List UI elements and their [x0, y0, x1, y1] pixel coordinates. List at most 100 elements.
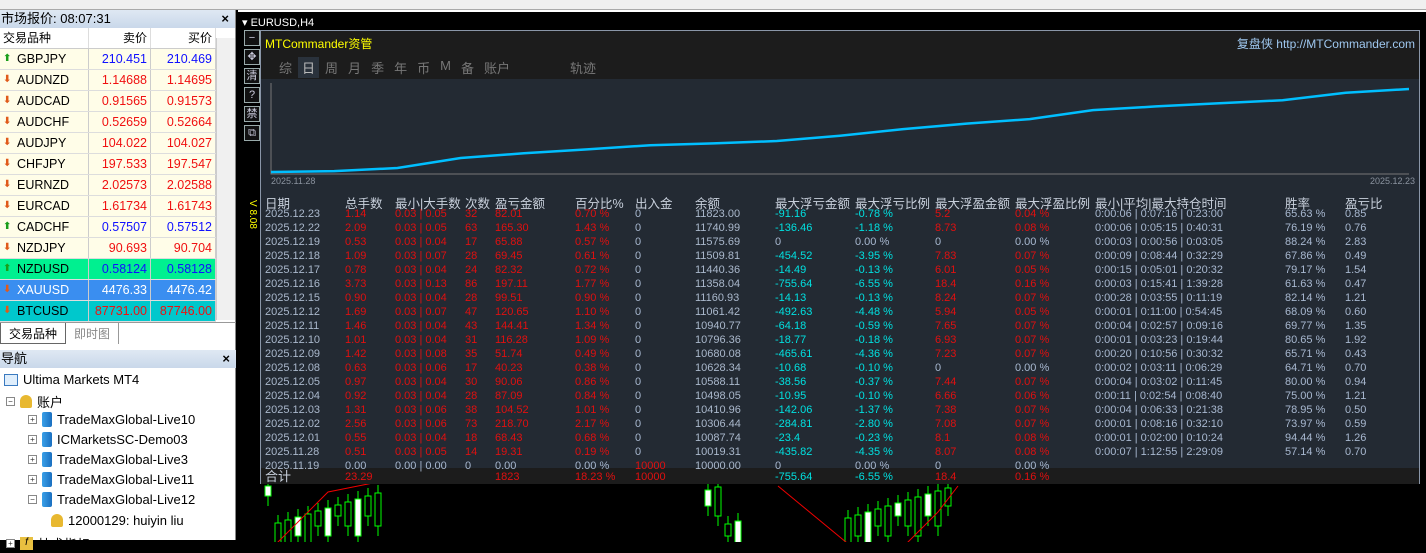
chart-window[interactable]: ▾ EURUSD,H4 − ✥ 清? 禁 ⧉ V 8.08 MTCommander资管 … — [238, 10, 1426, 542]
symbol: GBPJPY — [17, 52, 67, 66]
tab-tick-chart[interactable]: 即时图 — [66, 323, 120, 344]
panel-tab[interactable]: 季 — [367, 57, 388, 78]
nav-server-item[interactable]: + ICMarketsSC-Demo03 — [28, 432, 188, 447]
market-watch-row[interactable]: ⬆ NZDUSD 0.58124 0.58128 — [0, 259, 216, 280]
table-cell: 68.09 % — [1285, 306, 1326, 318]
table-cell: -0.37 % — [855, 376, 893, 388]
restore-button[interactable]: ⧉ — [244, 125, 260, 141]
ask: 0.57512 — [151, 217, 216, 237]
panel-tab[interactable]: 周 — [321, 57, 342, 78]
table-cell: -14.13 — [775, 292, 807, 304]
nav-accounts[interactable]: − 账户 — [6, 392, 63, 411]
panel-tab[interactable]: 日 — [298, 57, 320, 78]
table-cell: 120.65 — [495, 306, 529, 318]
bid: 104.022 — [89, 133, 151, 153]
nav-server-item[interactable]: + TradeMaxGlobal-Live3 — [28, 452, 188, 467]
panel-tab[interactable]: 月 — [344, 57, 365, 78]
table-cell: -755.64 — [775, 278, 813, 290]
expand-icon[interactable]: + — [28, 475, 37, 484]
table-cell: 75.00 % — [1285, 390, 1326, 402]
scrollbar[interactable] — [216, 38, 235, 320]
site-link[interactable]: http://MTCommander.com — [1276, 37, 1415, 51]
market-watch-row[interactable]: ⬇ EURCAD 1.61734 1.61743 — [0, 196, 216, 217]
table-cell: 0.57 % — [575, 236, 610, 248]
panel-tab[interactable]: 币 — [413, 57, 434, 78]
minimize-button[interactable]: − — [244, 30, 260, 46]
nav-server-item[interactable]: + TradeMaxGlobal-Live11 — [28, 472, 194, 487]
table-cell: 0:00:04 | 0:03:02 | 0:11:45 — [1095, 376, 1223, 388]
table-cell: 2025.12.15 — [265, 292, 321, 304]
disable-button[interactable]: 禁 — [244, 106, 260, 122]
nav-server-item[interactable]: − TradeMaxGlobal-Live12 — [28, 492, 195, 507]
table-cell: 0:00:01 | 0:02:00 | 0:10:24 — [1095, 432, 1224, 444]
table-cell: 2025.12.18 — [265, 250, 321, 262]
market-watch-row[interactable]: ⬇ BTCUSD 87731.00 87746.00 — [0, 301, 216, 322]
nav-account-item[interactable]: 12000129: huiyin liu — [51, 513, 184, 528]
table-cell: 0.03 | 0.05 — [395, 208, 447, 220]
table-cell: 0.08 % — [1015, 446, 1050, 458]
col-bid[interactable]: 卖价 — [89, 28, 151, 48]
help-button[interactable]: ? — [244, 87, 260, 103]
expand-icon[interactable]: + — [28, 415, 37, 424]
table-cell: 218.70 — [495, 418, 529, 430]
table-cell: 0:00:02 | 0:03:11 | 0:06:29 — [1095, 362, 1223, 374]
market-watch-row[interactable]: ⬇ AUDCAD 0.91565 0.91573 — [0, 91, 216, 112]
market-watch-row[interactable]: ⬇ CHFJPY 197.533 197.547 — [0, 154, 216, 175]
table-cell: -0.78 % — [855, 208, 893, 220]
table-cell: 0.07 % — [1015, 250, 1050, 262]
panel-tab[interactable]: 年 — [390, 57, 411, 78]
expand-icon[interactable]: + — [28, 435, 37, 444]
collapse-icon[interactable]: − — [28, 495, 37, 504]
table-cell: 1.14 — [345, 208, 367, 220]
eq-end-date: 2025.12.23 — [1369, 176, 1415, 186]
panel-tab[interactable]: M — [436, 57, 455, 78]
brand-link[interactable]: 复盘侠 http://MTCommander.com — [1237, 35, 1415, 52]
period-tabs: 综日周月季年币 M 备账户 轨迹 — [275, 57, 602, 78]
table-cell: -142.06 — [775, 404, 813, 416]
close-icon[interactable]: × — [222, 350, 230, 368]
collapse-icon[interactable]: − — [6, 397, 15, 406]
total-label: 合计 — [265, 469, 292, 484]
market-watch-row[interactable]: ⬆ CADCHF 0.57507 0.57512 — [0, 217, 216, 238]
table-cell: 10000.00 — [695, 460, 741, 472]
expand-icon[interactable]: + — [6, 539, 15, 548]
nav-indicators[interactable]: + f 技术指标 — [6, 534, 90, 553]
table-cell: 0.47 — [1345, 278, 1367, 290]
market-watch-row[interactable]: ⬇ EURNZD 2.02573 2.02588 — [0, 175, 216, 196]
table-cell: 18 — [465, 432, 478, 444]
nav-accounts-label: 账户 — [37, 395, 64, 410]
nav-root[interactable]: Ultima Markets MT4 — [4, 372, 139, 387]
table-cell: 88.24 % — [1285, 236, 1326, 248]
col-ask[interactable]: 买价 — [151, 28, 216, 48]
expand-icon[interactable]: + — [28, 455, 37, 464]
panel-tab[interactable]: 账户 — [480, 57, 514, 78]
close-icon[interactable]: × — [221, 10, 229, 28]
market-watch-row[interactable]: ⬆ GBPJPY 210.451 210.469 — [0, 49, 216, 70]
panel-tab[interactable]: 轨迹 — [566, 57, 600, 78]
nav-server-item[interactable]: + TradeMaxGlobal-Live10 — [28, 412, 195, 427]
table-cell: 2025.12.01 — [265, 432, 321, 444]
tab-symbols[interactable]: 交易品种 — [0, 323, 67, 344]
market-watch-row[interactable]: ⬇ XAUUSD 4476.33 4476.42 — [0, 280, 216, 301]
market-watch-row[interactable]: ⬇ AUDNZD 1.14688 1.14695 — [0, 70, 216, 91]
server-label: ICMarketsSC-Demo03 — [57, 432, 188, 447]
table-cell: 2025.12.02 — [265, 418, 321, 430]
symbol-cell: ⬇ BTCUSD — [0, 301, 89, 321]
clear-button[interactable]: 清 — [244, 68, 260, 84]
market-watch-row[interactable]: ⬇ AUDCHF 0.52659 0.52664 — [0, 112, 216, 133]
panel-tab[interactable]: 综 — [275, 57, 296, 78]
move-button[interactable]: ✥ — [244, 49, 260, 65]
market-watch-row[interactable]: ⬇ NZDJPY 90.693 90.704 — [0, 238, 216, 259]
candle-body — [364, 495, 372, 517]
table-cell: 0.86 % — [575, 376, 610, 388]
table-cell: 0.03 | 0.04 — [395, 292, 447, 304]
total-cell: 1823 — [495, 471, 520, 483]
table-cell: 1.01 — [345, 334, 367, 346]
symbol-cell: ⬇ CHFJPY — [0, 154, 89, 174]
col-symbol[interactable]: 交易品种 — [0, 28, 89, 48]
table-cell: 0 — [635, 362, 642, 374]
panel-tab[interactable]: 备 — [457, 57, 478, 78]
table-cell: 65.63 % — [1285, 208, 1326, 220]
market-watch-row[interactable]: ⬇ AUDJPY 104.022 104.027 — [0, 133, 216, 154]
table-cell: 10498.05 — [695, 390, 741, 402]
